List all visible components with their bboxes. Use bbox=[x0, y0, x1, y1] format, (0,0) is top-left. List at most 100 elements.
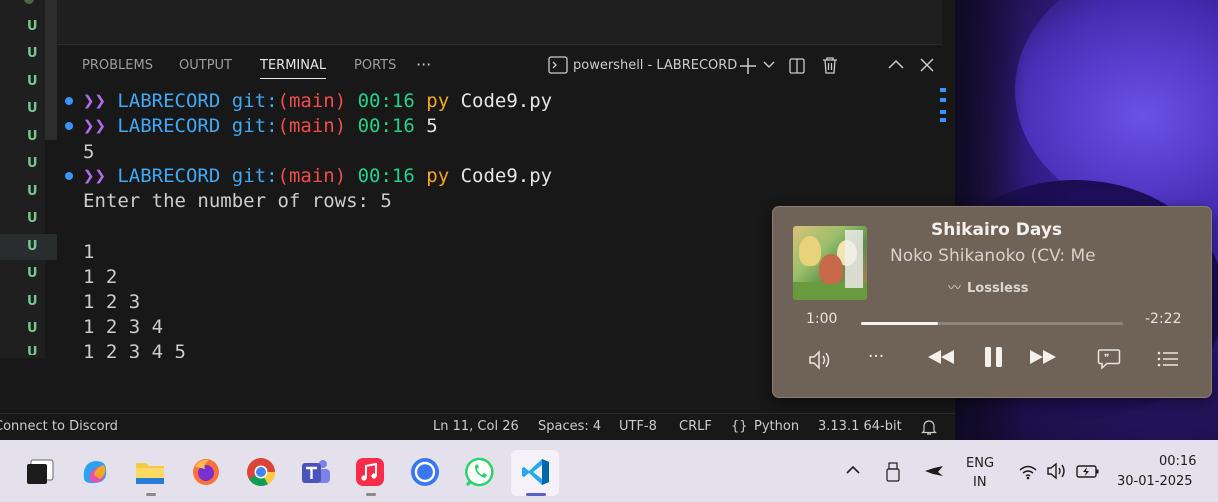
command-argument: Code9.py bbox=[460, 90, 553, 112]
chrome-icon[interactable] bbox=[246, 457, 276, 487]
more-options-icon[interactable]: ··· bbox=[868, 347, 884, 367]
signal-icon[interactable] bbox=[410, 457, 440, 487]
tab-output[interactable]: OUTPUT bbox=[179, 58, 232, 73]
clock-date[interactable]: 30-01-2025 bbox=[1117, 474, 1193, 489]
volume-icon[interactable] bbox=[808, 349, 836, 371]
terminal-output-line: 1 bbox=[83, 241, 95, 263]
terminal-prompt-line: ❯❯ LABRECORD git:(main) 00:16 py Code9.p… bbox=[83, 164, 552, 189]
region-indicator[interactable]: IN bbox=[973, 475, 987, 490]
panel-tabs: PROBLEMS OUTPUT TERMINAL PORTS ··· power… bbox=[57, 45, 942, 85]
git-untracked-mark: U bbox=[27, 129, 38, 144]
file-explorer-icon[interactable] bbox=[134, 458, 166, 486]
editor-gutter: U U U U U U U U U U U U U bbox=[0, 0, 57, 358]
git-untracked-mark: U bbox=[27, 184, 38, 199]
status-eol[interactable]: CRLF bbox=[679, 419, 712, 434]
chevron-down-icon[interactable] bbox=[763, 61, 775, 69]
prompt-arrow: ❯❯ bbox=[83, 165, 106, 187]
prompt-git: git: bbox=[231, 115, 278, 137]
prompt-arrow: ❯❯ bbox=[83, 115, 106, 137]
previous-track-icon[interactable] bbox=[926, 348, 956, 366]
whatsapp-icon[interactable] bbox=[465, 457, 495, 487]
command-decoration-icon[interactable] bbox=[65, 97, 73, 105]
apple-music-icon[interactable] bbox=[355, 457, 385, 487]
status-language[interactable]: Python bbox=[754, 419, 799, 434]
show-hidden-icons-icon[interactable] bbox=[846, 465, 860, 475]
teams-icon[interactable] bbox=[300, 457, 332, 487]
prompt-git: git: bbox=[231, 90, 278, 112]
pause-icon[interactable] bbox=[983, 345, 1005, 369]
album-art bbox=[793, 226, 867, 300]
prompt-branch: (main) bbox=[277, 165, 347, 187]
prompt-time: 00:16 bbox=[357, 165, 415, 187]
usb-icon[interactable] bbox=[886, 462, 900, 482]
terminal-prompt-line: ❯❯ LABRECORD git:(main) 00:16 py Code9.p… bbox=[83, 89, 552, 114]
command-decoration-icon[interactable] bbox=[65, 122, 73, 130]
firefox-icon[interactable] bbox=[191, 457, 221, 487]
language-indicator[interactable]: ENG bbox=[966, 456, 994, 471]
taskbar: ENG IN 00:16 30-01-2025 bbox=[0, 440, 1218, 502]
song-artist: Noko Shikanoko (CV: Me bbox=[890, 246, 1096, 266]
status-position[interactable]: Ln 11, Col 26 bbox=[433, 419, 519, 434]
elapsed-time: 1:00 bbox=[806, 311, 838, 327]
git-untracked-mark: U bbox=[27, 211, 38, 226]
remaining-time: -2:22 bbox=[1145, 311, 1182, 327]
split-terminal-icon[interactable] bbox=[788, 57, 806, 75]
braces-icon: {} bbox=[731, 419, 748, 434]
maximize-panel-icon[interactable] bbox=[888, 59, 904, 71]
new-terminal-icon[interactable] bbox=[739, 57, 757, 75]
git-untracked-mark: U bbox=[27, 19, 38, 34]
status-spaces[interactable]: Spaces: 4 bbox=[538, 419, 601, 434]
tab-terminal[interactable]: TERMINAL bbox=[260, 58, 327, 79]
git-untracked-mark: U bbox=[27, 345, 38, 355]
prompt-cwd: LABRECORD bbox=[117, 90, 221, 112]
status-interpreter[interactable]: 3.13.1 64-bit bbox=[818, 419, 902, 434]
prompt-git: git: bbox=[231, 165, 278, 187]
command-argument: 5 bbox=[426, 115, 438, 137]
explorer-scrollbar[interactable] bbox=[45, 0, 57, 140]
vscode-icon[interactable] bbox=[521, 457, 551, 487]
music-running-indicator bbox=[366, 493, 376, 496]
status-discord[interactable]: Connect to Discord bbox=[0, 419, 118, 434]
git-untracked-mark: U bbox=[27, 294, 38, 309]
terminal-output-line: 1 2 3 bbox=[83, 291, 141, 313]
progress-bar[interactable] bbox=[861, 322, 1123, 325]
terminal-output-line: 5 bbox=[83, 141, 95, 163]
lossless-badge: 〰 Lossless bbox=[948, 281, 1029, 296]
task-view-icon[interactable] bbox=[25, 458, 55, 486]
terminal-output-line: 1 2 3 4 bbox=[83, 316, 164, 338]
media-player-widget: Shikairo Days Noko Shikanoko (CV: Me 〰 Lo… bbox=[772, 206, 1212, 398]
command-name: py bbox=[426, 90, 450, 112]
prompt-time: 00:16 bbox=[357, 90, 415, 112]
wifi-icon[interactable] bbox=[1018, 464, 1038, 480]
git-untracked-mark: U bbox=[27, 239, 38, 254]
prompt-time: 00:16 bbox=[357, 115, 415, 137]
terminal-output-line: 1 2 bbox=[83, 266, 118, 288]
prompt-cwd: LABRECORD bbox=[117, 115, 221, 137]
terminal-name[interactable]: powershell - LABRECORD bbox=[573, 58, 737, 73]
queue-icon[interactable] bbox=[1157, 350, 1179, 368]
prompt-arrow: ❯❯ bbox=[83, 90, 106, 112]
speaker-icon[interactable] bbox=[1046, 462, 1068, 480]
command-decoration-icon[interactable] bbox=[65, 172, 73, 180]
song-title: Shikairo Days bbox=[931, 220, 1063, 240]
close-icon[interactable] bbox=[920, 58, 934, 72]
status-encoding[interactable]: UTF-8 bbox=[619, 419, 657, 434]
tab-problems[interactable]: PROBLEMS bbox=[82, 58, 153, 73]
git-untracked-mark: U bbox=[27, 321, 38, 336]
clock-time[interactable]: 00:16 bbox=[1159, 454, 1196, 469]
svg-text:❞: ❞ bbox=[1104, 353, 1109, 364]
bell-icon[interactable] bbox=[921, 419, 937, 436]
pen-icon[interactable] bbox=[924, 464, 944, 478]
copilot-icon[interactable] bbox=[80, 457, 110, 487]
trash-icon[interactable] bbox=[821, 56, 839, 75]
status-bar: Connect to Discord Ln 11, Col 26 Spaces:… bbox=[0, 413, 955, 441]
lyrics-icon[interactable]: ❞ bbox=[1097, 348, 1121, 370]
prompt-cwd: LABRECORD bbox=[117, 165, 221, 187]
battery-charging-icon[interactable] bbox=[1076, 463, 1100, 479]
next-track-icon[interactable] bbox=[1028, 348, 1058, 366]
more-actions-icon[interactable]: ··· bbox=[416, 55, 431, 74]
tab-ports[interactable]: PORTS bbox=[354, 58, 396, 73]
terminal-output-line: Enter the number of rows: 5 bbox=[83, 190, 392, 212]
git-untracked-mark: U bbox=[27, 156, 38, 171]
vscode-active-indicator bbox=[526, 493, 546, 496]
